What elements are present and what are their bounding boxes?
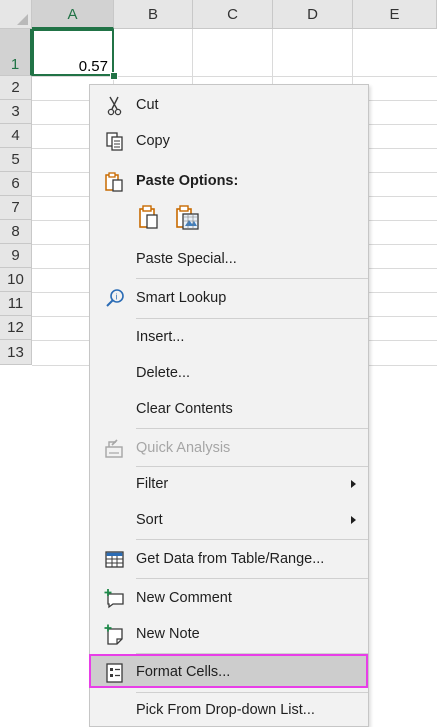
row-header-9[interactable]: 9: [0, 244, 32, 268]
menu-item-label: Smart Lookup: [136, 290, 227, 306]
menu-item-label: Cut: [136, 97, 159, 113]
menu-item-pick-from-list[interactable]: Pick From Drop-down List...: [90, 694, 368, 726]
menu-item-label: New Comment: [136, 590, 232, 606]
select-all-button[interactable]: [0, 0, 32, 29]
format-cells-highlight-outline: [89, 654, 368, 688]
menu-item-copy[interactable]: Copy: [90, 125, 368, 157]
quick-analysis-icon: [104, 438, 126, 460]
get-data-icon: [104, 549, 126, 571]
copy-icon: [104, 131, 126, 153]
chevron-right-icon: [351, 516, 356, 524]
menu-item-sort[interactable]: Sort: [90, 504, 368, 536]
cell-a1[interactable]: 0.57: [32, 29, 114, 76]
row-header-6[interactable]: 6: [0, 172, 32, 196]
column-header-d[interactable]: D: [273, 0, 353, 29]
menu-separator: [136, 578, 368, 579]
row-header-5[interactable]: 5: [0, 148, 32, 172]
new-note-icon: [104, 624, 126, 646]
menu-item-filter[interactable]: Filter: [90, 468, 368, 500]
chevron-right-icon: [351, 480, 356, 488]
menu-item-delete[interactable]: Delete...: [90, 357, 368, 389]
menu-separator: [136, 428, 368, 429]
scissors-icon: [104, 95, 126, 117]
column-header-b[interactable]: B: [114, 0, 193, 29]
menu-separator: [136, 278, 368, 279]
menu-item-paste-special[interactable]: Paste Special...: [90, 243, 368, 275]
paste-picture-icon[interactable]: [174, 203, 202, 233]
new-comment-icon: [104, 588, 126, 610]
menu-item-smart-lookup[interactable]: i Smart Lookup: [90, 282, 368, 314]
paste-options-label: Paste Options:: [136, 173, 239, 189]
row-header-12[interactable]: 12: [0, 316, 32, 340]
row-header-11[interactable]: 11: [0, 292, 32, 316]
paste-keep-icon[interactable]: [136, 203, 164, 233]
menu-item-quick-analysis: Quick Analysis: [90, 432, 368, 464]
menu-item-label: New Note: [136, 626, 200, 642]
menu-item-new-comment[interactable]: New Comment: [90, 582, 368, 614]
column-header-c[interactable]: C: [193, 0, 273, 29]
menu-separator: [136, 318, 368, 319]
menu-item-clear-contents[interactable]: Clear Contents: [90, 393, 368, 425]
column-header-a[interactable]: A: [32, 0, 114, 29]
menu-item-label: Filter: [136, 476, 169, 492]
menu-item-label: Insert...: [136, 329, 185, 345]
row-header-7[interactable]: 7: [0, 196, 32, 220]
menu-item-new-note[interactable]: New Note: [90, 618, 368, 650]
row-header-13[interactable]: 13: [0, 340, 32, 365]
row-header-4[interactable]: 4: [0, 124, 32, 148]
menu-separator: [136, 539, 368, 540]
menu-item-label: Sort: [136, 512, 163, 528]
row-header-2[interactable]: 2: [0, 76, 32, 100]
menu-separator: [136, 466, 368, 467]
svg-text:i: i: [115, 293, 117, 302]
menu-item-label: Paste Special...: [136, 251, 237, 267]
context-menu: Cut Copy Paste Options: Paste Special...…: [89, 84, 369, 727]
menu-item-label: Delete...: [136, 365, 190, 381]
menu-item-label: Get Data from Table/Range...: [136, 551, 325, 567]
menu-item-label: Clear Contents: [136, 401, 233, 417]
menu-item-label: Quick Analysis: [136, 440, 231, 456]
column-header-e[interactable]: E: [353, 0, 437, 29]
smart-lookup-icon: i: [104, 288, 126, 310]
fill-handle[interactable]: [110, 72, 118, 80]
menu-item-insert[interactable]: Insert...: [90, 321, 368, 353]
row-header-1[interactable]: 1: [0, 29, 32, 76]
menu-item-get-data[interactable]: Get Data from Table/Range...: [90, 543, 368, 575]
menu-item-label: Pick From Drop-down List...: [136, 702, 315, 718]
row-header-3[interactable]: 3: [0, 100, 32, 124]
menu-item-label: Copy: [136, 133, 170, 149]
paste-options-header: Paste Options:: [90, 165, 368, 197]
row-header-8[interactable]: 8: [0, 220, 32, 244]
paste-icon: [104, 171, 126, 193]
row-header-10[interactable]: 10: [0, 268, 32, 292]
menu-separator: [136, 692, 368, 693]
menu-item-cut[interactable]: Cut: [90, 89, 368, 121]
